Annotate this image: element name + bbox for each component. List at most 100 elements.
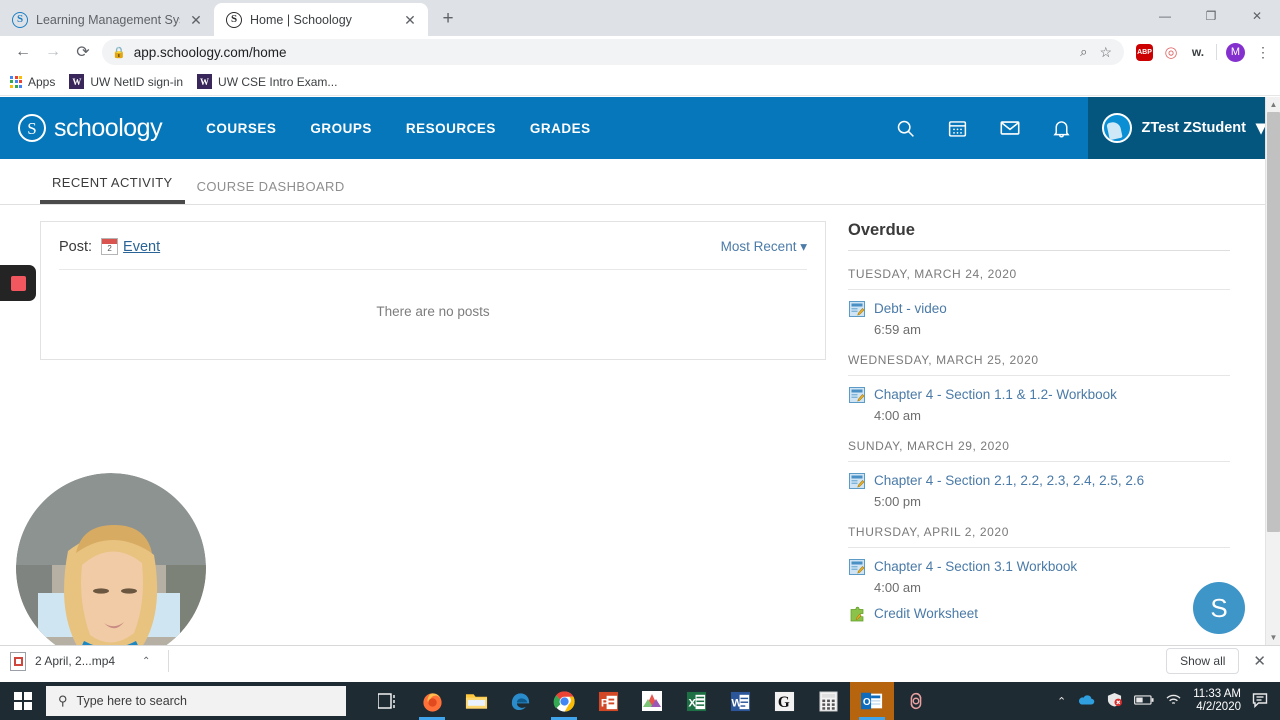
excel-icon[interactable]: X [674, 682, 718, 720]
browser-menu-icon[interactable]: ⋮ [1254, 44, 1272, 61]
video-file-icon [10, 651, 26, 671]
window-controls: — ❐ ✕ [1142, 0, 1280, 32]
zoom-in-icon[interactable]: ⌕ [1080, 44, 1087, 60]
overdue-item[interactable]: Debt - video [848, 290, 1230, 318]
event-calendar-icon: 2 [101, 238, 119, 255]
sort-label: Most Recent [720, 238, 797, 254]
post-event-link[interactable]: Event [123, 239, 160, 255]
powerpoint-icon[interactable]: P [586, 682, 630, 720]
forward-icon[interactable]: → [38, 37, 68, 67]
back-icon[interactable]: ← [8, 37, 38, 67]
close-window-icon[interactable]: ✕ [1234, 0, 1280, 32]
scroll-up-icon[interactable]: ▲ [1266, 97, 1280, 112]
microsoft-edge-icon[interactable] [498, 682, 542, 720]
antivirus-icon[interactable] [1106, 692, 1123, 710]
user-avatar [1101, 113, 1132, 143]
minimize-icon[interactable]: — [1142, 0, 1188, 32]
nav-item-grades[interactable]: GRADES [530, 121, 591, 136]
search-placeholder: Type here to search [76, 694, 188, 708]
browser-tab-2[interactable]: S Home | Schoology ✕ [214, 3, 428, 36]
tray-expand-icon[interactable]: ⌃ [1057, 695, 1066, 708]
close-tab-icon[interactable]: ✕ [188, 13, 204, 27]
overdue-item-name: Debt - video [874, 301, 947, 316]
scrollbar-thumb[interactable] [1267, 112, 1280, 532]
bookmarks-bar: Apps W UW NetID sign-in W UW CSE Intro E… [0, 68, 1280, 96]
sort-dropdown[interactable]: Most Recent ▾ [721, 239, 807, 255]
browser-toolbar: ← → ⟳ 🔒 app.schoology.com/home ⌕ ☆ ABP ◎… [0, 36, 1280, 68]
divider [168, 650, 170, 672]
overdue-item[interactable]: Chapter 4 - Section 3.1 Workbook [848, 548, 1230, 576]
new-tab-button[interactable]: + [434, 5, 462, 33]
bookmark-uw-netid[interactable]: W UW NetID sign-in [69, 74, 183, 89]
browser-tab-1[interactable]: S Learning Management System | L ✕ [0, 3, 214, 36]
download-item[interactable]: 2 April, 2...mp4 ⌃ [10, 651, 150, 671]
openai-extension-icon[interactable]: ◎ [1162, 43, 1180, 61]
overdue-date-heading: THURSDAY, APRIL 2, 2020 [848, 525, 1009, 539]
download-bar: 2 April, 2...mp4 ⌃ Show all ✕ [0, 645, 1280, 676]
support-bubble-button[interactable]: S [1193, 582, 1245, 634]
paint-3d-icon[interactable] [630, 682, 674, 720]
calendar-icon[interactable] [932, 97, 984, 159]
adblock-plus-icon[interactable]: ABP [1136, 43, 1153, 61]
bookmark-uw-cse[interactable]: W UW CSE Intro Exam... [197, 74, 337, 89]
calculator-icon[interactable] [806, 682, 850, 720]
extension-icons: ABP ◎ w. M ⋮ [1130, 42, 1272, 62]
wikiwand-extension-icon[interactable]: w. [1189, 43, 1207, 61]
post-composer-header: Post: 2 Event Most Recent ▾ [41, 222, 825, 269]
bookmark-apps[interactable]: Apps [10, 75, 55, 89]
action-center-icon[interactable] [1252, 692, 1270, 711]
tab-recent-activity[interactable]: RECENT ACTIVITY [40, 175, 185, 204]
overdue-item[interactable]: Chapter 4 - Section 2.1, 2.2, 2.3, 2.4, … [848, 462, 1230, 490]
search-icon[interactable] [880, 97, 932, 159]
nav-item-courses[interactable]: COURSES [206, 121, 276, 136]
schoology-logo[interactable]: S schoology [18, 113, 163, 143]
address-bar[interactable]: 🔒 app.schoology.com/home ⌕ ☆ [102, 39, 1124, 65]
grammarly-icon[interactable]: G [762, 682, 806, 720]
tab-course-dashboard[interactable]: COURSE DASHBOARD [185, 179, 357, 204]
overdue-date-heading: SUNDAY, MARCH 29, 2020 [848, 439, 1010, 453]
scroll-down-icon[interactable]: ▼ [1266, 630, 1280, 645]
battery-icon[interactable] [1134, 694, 1154, 709]
overdue-item[interactable]: Chapter 4 - Section 1.1 & 1.2- Workbook [848, 376, 1230, 404]
start-button[interactable] [0, 682, 46, 720]
file-explorer-icon[interactable] [454, 682, 498, 720]
overdue-group: THURSDAY, APRIL 2, 2020 Chapter 4 - Sect… [848, 509, 1230, 623]
schoology-header: S schoology COURSES GROUPS RESOURCES GRA… [0, 97, 1280, 159]
firefox-icon[interactable] [410, 682, 454, 720]
download-file-name: 2 April, 2...mp4 [35, 654, 116, 668]
star-icon[interactable]: ☆ [1099, 44, 1112, 61]
overdue-group: WEDNESDAY, MARCH 25, 2020 Chapter 4 - Se… [848, 337, 1230, 423]
nav-item-resources[interactable]: RESOURCES [406, 121, 496, 136]
overdue-panel: Overdue TUESDAY, MARCH 24, 2020 Debt - v… [848, 221, 1230, 623]
taskbar-clock[interactable]: 11:33 AM 4/2/2020 [1193, 688, 1241, 714]
task-view-icon[interactable] [366, 682, 410, 720]
maximize-icon[interactable]: ❐ [1188, 0, 1234, 32]
taskbar-search[interactable]: ⚲ Type here to search [46, 686, 346, 716]
overdue-item-name: Chapter 4 - Section 3.1 Workbook [874, 559, 1078, 574]
user-menu[interactable]: ZTest ZStudent ▾ [1087, 97, 1280, 159]
outlook-icon[interactable]: O [850, 682, 894, 720]
overdue-item[interactable]: Credit Worksheet [848, 595, 1230, 623]
user-name: ZTest ZStudent [1141, 120, 1246, 136]
wifi-icon[interactable] [1165, 693, 1182, 709]
messages-icon[interactable] [984, 97, 1036, 159]
stop-recording-button[interactable] [0, 265, 36, 301]
google-chrome-icon[interactable] [542, 682, 586, 720]
page-tabs: RECENT ACTIVITY COURSE DASHBOARD [0, 159, 1280, 205]
profile-avatar[interactable]: M [1226, 42, 1245, 62]
onedrive-icon[interactable] [1077, 694, 1095, 709]
nav-item-groups[interactable]: GROUPS [310, 121, 372, 136]
reload-icon[interactable]: ⟳ [68, 37, 98, 67]
schoology-wordmark: schoology [54, 113, 163, 142]
primary-nav: COURSES GROUPS RESOURCES GRADES [206, 121, 591, 136]
notifications-icon[interactable] [1036, 97, 1088, 159]
bookmark-label: Apps [28, 74, 56, 89]
close-tab-icon[interactable]: ✕ [402, 13, 418, 27]
download-menu-icon[interactable]: ⌃ [142, 656, 150, 667]
openai-icon[interactable] [894, 682, 938, 720]
word-icon[interactable]: W [718, 682, 762, 720]
close-download-bar-icon[interactable]: ✕ [1253, 652, 1270, 670]
show-all-downloads-button[interactable]: Show all [1166, 648, 1240, 674]
page-scrollbar[interactable]: ▲ ▼ [1265, 97, 1280, 645]
overdue-title: Overdue [848, 221, 915, 239]
